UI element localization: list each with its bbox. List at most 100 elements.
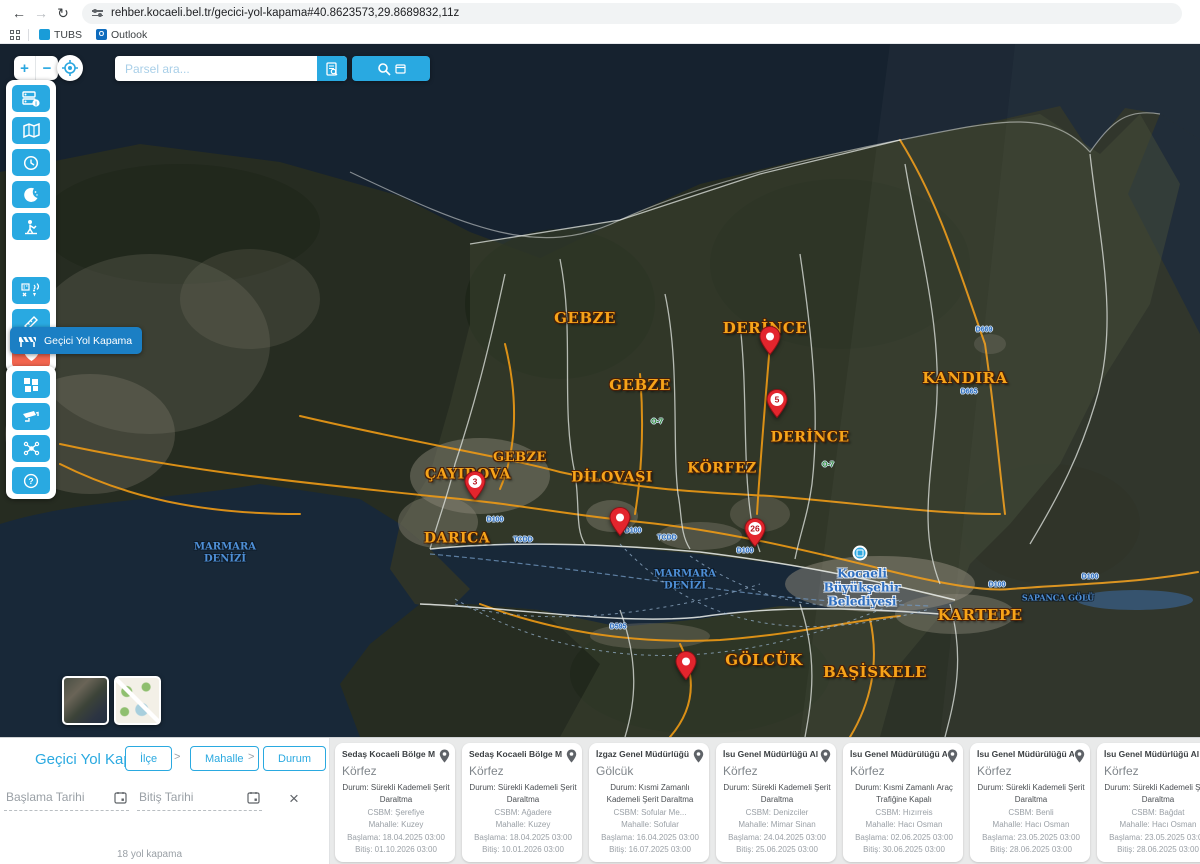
layer-info-tool-button[interactable]: i [12, 85, 50, 112]
cctv-tool-button[interactable] [12, 403, 50, 430]
card-detail-line: Bitiş: 28.06.2025 03:00 [977, 844, 1085, 856]
start-date-field[interactable]: Başlama Tarihi [4, 790, 129, 811]
card-detail-line: CSBM: Hızırreis [850, 807, 958, 819]
closure-pin[interactable] [675, 651, 697, 685]
closure-card[interactable]: Sedaş Kocaeli Bölge MKörfezDurum: Sürekl… [462, 743, 582, 862]
basemap-satellite-thumbnail[interactable] [62, 676, 109, 725]
url-text: rehber.kocaeli.bel.tr/gecici-yol-kapama#… [111, 7, 459, 19]
filter-panel: Geçici Yol Kapama İlçe > Mahalle > Durum… [0, 738, 330, 864]
closure-card[interactable]: İsu Genel Müdürlüğü AlKörfezDurum: Sürek… [716, 743, 836, 862]
card-detail-line: Mahalle: Mimar Sinan [723, 819, 831, 831]
zoom-in-button[interactable]: + [14, 56, 36, 80]
divider [28, 29, 29, 41]
end-date-field[interactable]: Bitiş Tarihi [137, 790, 262, 811]
municipality-marker[interactable] [853, 546, 868, 561]
back-button[interactable]: ← [8, 2, 30, 24]
tubs-favicon [39, 29, 50, 40]
construction-worker-icon [23, 219, 39, 235]
map-search-button[interactable] [352, 56, 430, 81]
site-settings-icon[interactable] [92, 10, 103, 16]
filter-ilce-button[interactable]: İlçe [125, 746, 172, 771]
closure-pin[interactable] [609, 507, 631, 541]
closure-card[interactable]: İsu Genel Müdürülüğü AKörfezDurum: Kısmi… [843, 743, 963, 862]
roadworks-tool-button[interactable] [12, 213, 50, 240]
drone-icon [23, 441, 40, 456]
card-detail-line: Başlama: 23.05.2025 03:00 [977, 832, 1085, 844]
location-pin-icon [693, 749, 704, 763]
card-detail-line: Durum: Kısmi Zamanlı Kademeli Şerit Dara… [596, 782, 704, 807]
closure-card[interactable]: İsu Genel Müdürülüğü AKörfezDurum: Sürek… [970, 743, 1090, 862]
drone-tool-button[interactable] [12, 435, 50, 462]
map-canvas[interactable]: GEBZEDERİNCEGEBZEKANDIRADERİNCEGEBZEÇAYI… [0, 44, 1200, 737]
closure-card[interactable]: İsu Genel Müdürlüğü AlKörfezDurum: Sürek… [1097, 743, 1200, 862]
card-district: Körfez [850, 764, 958, 778]
pin-icon: 5 [766, 389, 788, 418]
closure-pin[interactable]: 3 [464, 471, 486, 505]
crosshair-icon [62, 60, 78, 76]
history-tool-button[interactable] [12, 149, 50, 176]
card-detail-line: Bitiş: 30.06.2025 03:00 [850, 844, 958, 856]
card-detail-line: Mahalle: Hacı Osman [977, 819, 1085, 831]
card-detail-line: Durum: Kısmi Zamanlı Araç Trafiğine Kapa… [850, 782, 958, 807]
card-detail-line: Durum: Sürekli Kademeli Şerit Daraltma [469, 782, 577, 807]
reload-button[interactable]: ↻ [52, 2, 74, 24]
night-view-tool-button[interactable] [12, 181, 50, 208]
chevron-right-icon: > [248, 751, 254, 763]
bookmarks-bar: TUBS O Outlook [0, 26, 1200, 44]
locate-me-button[interactable] [57, 55, 83, 81]
app-window: ← → ↻ rehber.kocaeli.bel.tr/gecici-yol-k… [0, 0, 1200, 864]
forward-button[interactable]: → [30, 2, 52, 24]
clear-dates-button[interactable]: × [284, 788, 304, 808]
bookmark-outlook[interactable]: O Outlook [92, 29, 151, 41]
card-district: Körfez [723, 764, 831, 778]
location-pin-icon [566, 749, 577, 763]
card-title: Sedaş Kocaeli Bölge M [469, 749, 566, 759]
map-layers-tool-button[interactable] [12, 117, 50, 144]
pin-icon: 3 [464, 471, 486, 500]
card-detail-line: Başlama: 16.04.2025 03:00 [596, 832, 704, 844]
card-detail-line: Bitiş: 01.10.2026 03:00 [342, 844, 450, 856]
parcel-search-input[interactable] [115, 62, 317, 76]
card-detail-line: CSBM: Benli [977, 807, 1085, 819]
card-detail-line: CSBM: Bağdat [1104, 807, 1200, 819]
chevron-right-icon: > [174, 751, 180, 763]
card-detail-line: Durum: Sürekli Kademeli Şerit Daraltma [723, 782, 831, 807]
card-title: Sedaş Kocaeli Bölge M [342, 749, 439, 759]
zoom-out-button[interactable]: − [36, 56, 58, 80]
closure-card[interactable]: İzgaz Genel MüdürlüğüGölcükDurum: Kısmi … [589, 743, 709, 862]
cctv-camera-icon [22, 410, 40, 424]
closure-pin[interactable]: 26 [744, 518, 766, 552]
closure-count: 18 yol kapama [0, 849, 299, 860]
basemap-street-thumbnail[interactable] [114, 676, 161, 725]
address-bar[interactable]: rehber.kocaeli.bel.tr/gecici-yol-kapama#… [82, 3, 1182, 24]
location-pin-icon [1074, 749, 1085, 763]
closure-pin[interactable] [759, 326, 781, 360]
pin-count: 26 [750, 524, 760, 534]
start-date-placeholder: Başlama Tarihi [6, 790, 84, 804]
help-icon: ? [23, 473, 39, 489]
pin-icon [675, 651, 697, 680]
city-services-tool-button[interactable] [12, 277, 50, 304]
card-detail-line: CSBM: Denizciler [723, 807, 831, 819]
gecici-yol-kapama-tool-button[interactable]: Geçici Yol Kapama [10, 327, 142, 354]
apps-grid-icon[interactable] [10, 30, 20, 40]
closure-pin[interactable]: 5 [766, 389, 788, 423]
tool-sidebar-secondary: ? [6, 366, 56, 499]
districts-puzzle-tool-button[interactable] [12, 371, 50, 398]
closure-card[interactable]: Sedaş Kocaeli Bölge MKörfezDurum: Sürekl… [335, 743, 455, 862]
outlook-favicon: O [96, 29, 107, 40]
card-detail-line: CSBM: Sofular Me... [596, 807, 704, 819]
card-detail-line: CSBM: Ağadere [469, 807, 577, 819]
calendar-icon [247, 791, 260, 804]
filter-durum-button[interactable]: Durum [263, 746, 326, 771]
road-barrier-icon [18, 334, 38, 348]
card-detail-line: Durum: Sürekli Kademeli Şerit Daraltma [1104, 782, 1200, 807]
pin-count: 5 [775, 395, 780, 405]
bookmark-tubs[interactable]: TUBS [35, 29, 86, 41]
card-detail-line: Bitiş: 25.06.2025 03:00 [723, 844, 831, 856]
help-tool-button[interactable]: ? [12, 467, 50, 494]
parcel-lookup-button[interactable] [317, 56, 347, 81]
card-detail-line: Başlama: 18.04.2025 03:00 [342, 832, 450, 844]
window-icon [395, 64, 406, 74]
card-detail-line: Bitiş: 10.01.2026 03:00 [469, 844, 577, 856]
